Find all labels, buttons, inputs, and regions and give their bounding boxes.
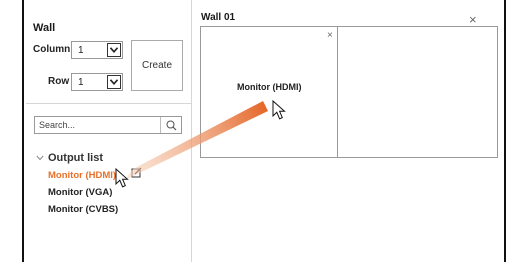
wall-title: Wall 01 <box>201 12 236 23</box>
search-input[interactable]: Search... <box>35 120 160 130</box>
output-list-label: Output list <box>48 152 103 164</box>
output-item-hdmi[interactable]: Monitor (HDMI) <box>48 170 116 181</box>
output-item-vga[interactable]: Monitor (VGA) <box>48 187 112 198</box>
search-icon[interactable] <box>160 117 181 133</box>
output-list-header[interactable]: Output list <box>36 152 103 164</box>
chevron-down-icon[interactable] <box>36 155 44 161</box>
output-item-cvbs[interactable]: Monitor (CVBS) <box>48 204 118 215</box>
close-icon[interactable]: × <box>469 13 477 26</box>
column-select[interactable]: 1 <box>71 41 123 59</box>
wall-grid[interactable]: × Monitor (HDMI) <box>200 26 498 158</box>
column-select-value: 1 <box>78 44 84 56</box>
row-select[interactable]: 1 <box>71 73 123 91</box>
column-label: Column <box>33 44 71 55</box>
chevron-down-icon[interactable] <box>107 43 121 57</box>
chevron-down-icon[interactable] <box>107 75 121 89</box>
wall-cell-1[interactable]: × Monitor (HDMI) <box>201 27 338 157</box>
search-field[interactable]: Search... <box>34 116 182 134</box>
row-select-value: 1 <box>78 76 84 88</box>
wall-cell-label: Monitor (HDMI) <box>237 82 302 92</box>
wall-cell-2[interactable] <box>338 27 497 157</box>
row-label: Row <box>48 76 70 87</box>
panel-divider <box>26 103 191 104</box>
create-button[interactable]: Create <box>131 40 183 91</box>
panel-title: Wall <box>33 22 56 34</box>
close-icon[interactable]: × <box>327 31 333 41</box>
